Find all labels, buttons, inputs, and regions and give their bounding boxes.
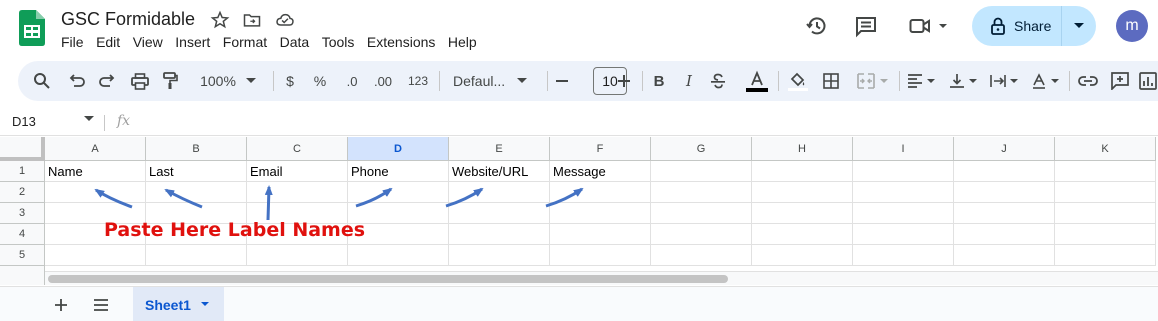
arrow-to-message	[545, 187, 584, 208]
sheet-tab-label: Sheet1	[145, 296, 191, 313]
add-sheet-icon[interactable]	[52, 296, 70, 314]
sheet-tab-sheet1[interactable]: Sheet1	[133, 287, 224, 321]
chevron-down-icon[interactable]	[200, 302, 209, 307]
arrow-to-name	[94, 188, 133, 209]
horizontal-scrollbar[interactable]	[45, 271, 1158, 285]
scrollbar-thumb[interactable]	[48, 275, 728, 283]
arrow-to-email	[264, 185, 273, 221]
all-sheets-menu-icon[interactable]	[92, 297, 110, 313]
arrow-to-last	[164, 188, 203, 209]
arrow-to-phone	[355, 187, 393, 208]
arrow-to-website	[445, 187, 484, 208]
sheet-tabs-bar: Sheet1	[0, 286, 1158, 321]
